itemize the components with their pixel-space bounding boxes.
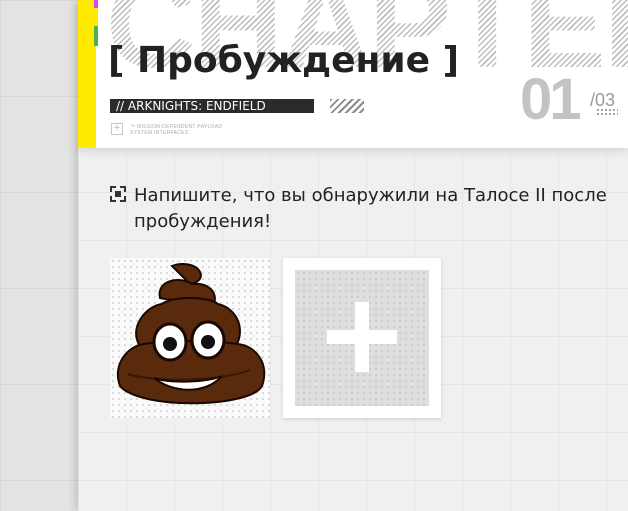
pile-of-poo-emoji-icon <box>117 263 266 405</box>
uploaded-image-thumbnail[interactable] <box>110 258 270 418</box>
add-image-area <box>295 270 429 406</box>
chapter-header: CHAPTER [ Пробуждение ] // ARKNIGHTS: EN… <box>78 0 628 148</box>
page-title: [ Пробуждение ] <box>108 40 460 81</box>
add-image-button[interactable] <box>283 258 441 418</box>
meta-line-2: SYSTEM INTERFACES <box>130 130 189 136</box>
question-block: Напишите, что вы обнаружили на Талосе II… <box>110 183 610 235</box>
dots-decoration <box>596 108 618 116</box>
chapter-number: 01 <box>520 67 581 132</box>
subtitle-label: // ARKNIGHTS: ENDFIELD <box>110 99 314 113</box>
plus-icon-bar <box>327 330 397 344</box>
accent-color-strip <box>94 0 98 46</box>
stripe-decoration <box>330 99 364 113</box>
question-text: Напишите, что вы обнаружили на Талосе II… <box>134 185 607 232</box>
focus-frame-icon <box>110 186 126 202</box>
small-plus-icon: + <box>111 123 123 135</box>
main-panel: CHAPTER [ Пробуждение ] // ARKNIGHTS: EN… <box>78 0 628 511</box>
meta-text: ™ MISSION-DEPENDENT PAYLOAD SYSTEM INTER… <box>130 124 222 136</box>
left-rail <box>0 0 78 511</box>
